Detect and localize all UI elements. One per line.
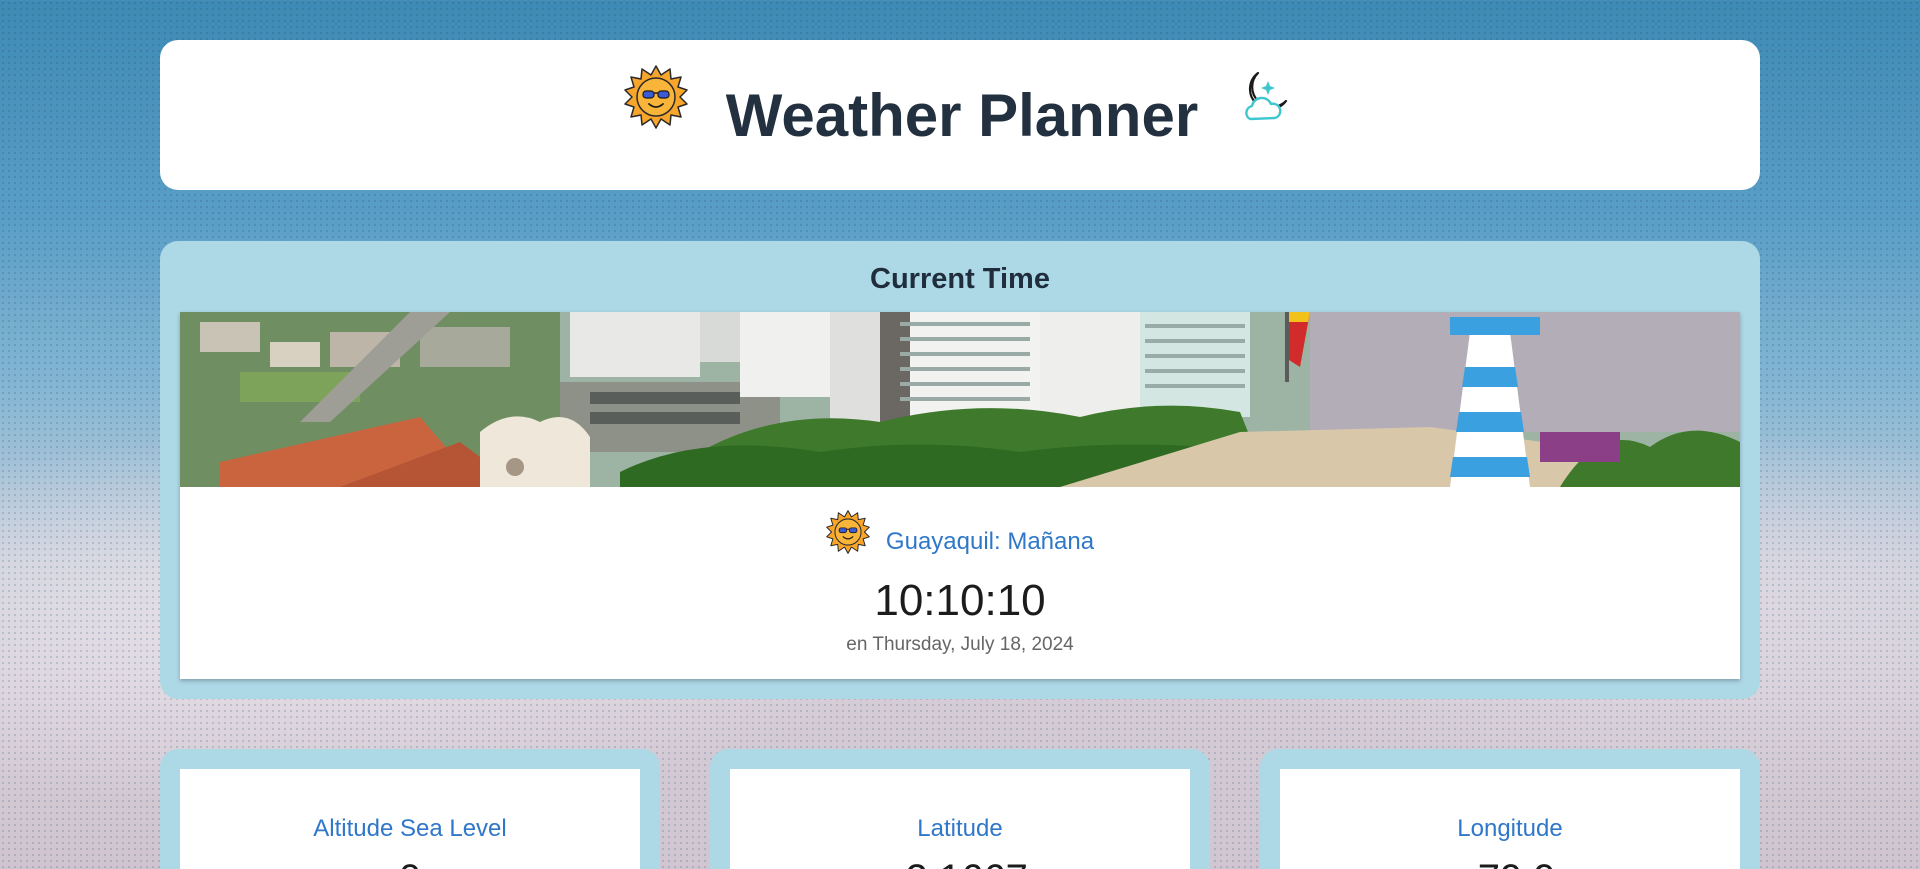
longitude-label: Longitude: [1457, 815, 1563, 842]
sun-with-sunglasses-icon: [624, 65, 688, 129]
altitude-panel: Altitude Sea Level 0: [180, 769, 640, 869]
current-date: en Thursday, July 18, 2024: [846, 634, 1074, 655]
sun-with-sunglasses-icon: [826, 510, 870, 554]
current-time-panel: Guayaquil: Mañana 10:10:10 en Thursday, …: [180, 312, 1740, 679]
city-panorama-image: [180, 312, 1740, 487]
latitude-card: Latitude -2.1667: [710, 749, 1210, 869]
city-forecast-line: Guayaquil: Mañana: [180, 510, 1740, 556]
latitude-value: -2.1667: [730, 857, 1190, 869]
latitude-panel: Latitude -2.1667: [730, 769, 1190, 869]
longitude-value: -79.9: [1280, 857, 1740, 869]
longitude-panel: Longitude -79.9: [1280, 769, 1740, 869]
moon-cloud-night-icon: [1236, 67, 1296, 132]
altitude-card: Altitude Sea Level 0: [160, 749, 660, 869]
latitude-label: Latitude: [917, 815, 1003, 842]
header-card: Weather Planner: [160, 40, 1760, 190]
longitude-card: Longitude -79.9: [1260, 749, 1760, 869]
current-time-card: Current Time Guayaquil: Mañana 10:10:10 …: [160, 241, 1760, 699]
altitude-label: Altitude Sea Level: [313, 815, 507, 842]
page-title: Weather Planner: [725, 81, 1199, 149]
city-forecast-label: Guayaquil: Mañana: [885, 528, 1095, 555]
altitude-value: 0: [180, 857, 640, 869]
current-time-heading: Current Time: [870, 263, 1050, 295]
current-time-clock: 10:10:10: [874, 576, 1046, 625]
